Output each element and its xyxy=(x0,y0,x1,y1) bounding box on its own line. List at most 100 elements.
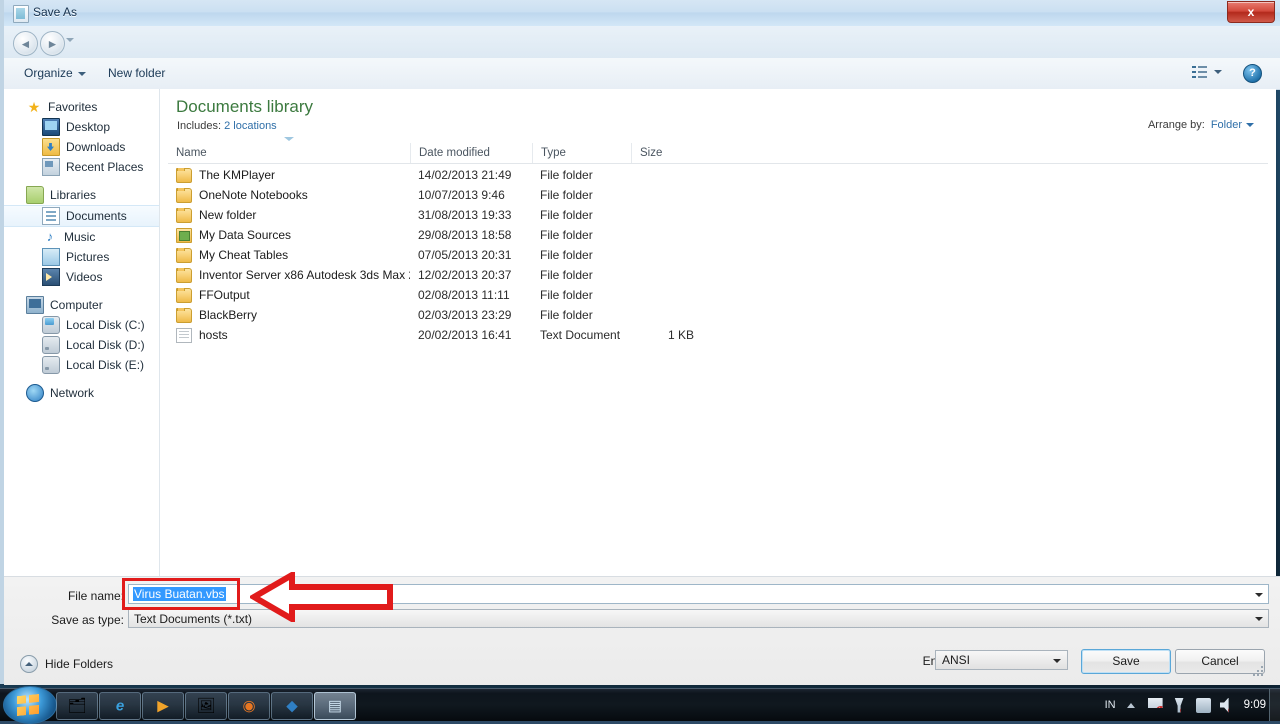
volume-icon[interactable]: ✕ xyxy=(1219,697,1229,713)
chevron-down-icon[interactable] xyxy=(1246,123,1254,128)
type-cell: File folder xyxy=(540,228,593,242)
sidebar-item-computer[interactable]: Computer xyxy=(4,295,159,315)
special-folder-icon xyxy=(176,227,192,243)
sidebar-label: Favorites xyxy=(48,100,98,114)
sidebar-item-desktop[interactable]: Desktop xyxy=(4,117,159,137)
table-row[interactable]: BlackBerry 02/03/2013 23:29 File folder xyxy=(168,305,1268,325)
folder-icon: 🗂 xyxy=(67,697,87,715)
resize-grip[interactable] xyxy=(1253,666,1265,678)
file-list[interactable]: The KMPlayer 14/02/2013 21:49 File folder O… xyxy=(168,165,1268,565)
sidebar-group-network: Network xyxy=(4,383,159,403)
clock[interactable]: 9:09 xyxy=(1244,699,1266,711)
error-badge-icon: ✕ xyxy=(1155,705,1164,714)
taskbar-internet-explorer[interactable]: e xyxy=(99,692,141,720)
table-row[interactable]: hosts 20/02/2013 16:41 Text Document 1 KB xyxy=(168,325,1268,345)
title-bar: Save As x xyxy=(4,0,1280,27)
new-folder-button[interactable]: New folder xyxy=(108,66,165,80)
file-name-input[interactable]: Virus Buatan.vbs xyxy=(128,584,1269,604)
table-row[interactable]: My Data Sources 29/08/2013 18:58 File fold… xyxy=(168,225,1268,245)
column-header-type[interactable]: Type xyxy=(532,143,631,163)
window-title: Save As xyxy=(33,5,78,19)
help-button[interactable]: ? xyxy=(1243,64,1262,83)
sidebar-label: Network xyxy=(50,386,95,400)
save-button[interactable]: Save xyxy=(1081,649,1171,674)
close-button[interactable]: x xyxy=(1227,1,1275,23)
language-indicator[interactable]: IN xyxy=(1105,699,1116,711)
chevron-down-icon[interactable] xyxy=(1255,593,1263,597)
view-options-button[interactable] xyxy=(1192,66,1222,78)
encoding-select[interactable]: ANSI xyxy=(935,650,1068,670)
drive-icon xyxy=(42,356,60,374)
type-cell: File folder xyxy=(540,168,593,182)
sidebar-item-local-disk-e[interactable]: Local Disk (E:) xyxy=(4,355,159,375)
sidebar-label: Music xyxy=(64,230,96,244)
action-center-icon[interactable] xyxy=(1195,697,1211,713)
sidebar-item-local-disk-c[interactable]: Local Disk (C:) xyxy=(4,315,159,335)
sidebar-item-local-disk-d[interactable]: Local Disk (D:) xyxy=(4,335,159,355)
includes-locations-link[interactable]: 2 locations xyxy=(224,120,277,132)
sidebar-item-network[interactable]: Network xyxy=(4,383,159,403)
file-name-text: Inventor Server x86 Autodesk 3ds Max 20.… xyxy=(199,268,410,282)
firefox-icon: ◉ xyxy=(242,697,256,715)
table-row[interactable]: FFOutput 02/08/2013 11:11 File folder xyxy=(168,285,1268,305)
date-modified-cell: 02/08/2013 11:11 xyxy=(418,288,510,302)
sidebar-item-documents[interactable]: Documents xyxy=(4,205,159,227)
sidebar-item-recent-places[interactable]: Recent Places xyxy=(4,157,159,177)
start-button[interactable] xyxy=(3,686,57,724)
hide-folders-button[interactable]: Hide Folders xyxy=(20,655,113,673)
file-list-pane: Documents library Includes: 2 locations … xyxy=(160,89,1276,576)
recent-places-icon xyxy=(42,158,60,176)
file-name-cell: New folder xyxy=(168,207,410,223)
table-row[interactable]: The KMPlayer 14/02/2013 21:49 File folder xyxy=(168,165,1268,185)
save-as-type-select[interactable]: Text Documents (*.txt) xyxy=(128,609,1269,628)
chevron-down-icon[interactable] xyxy=(1255,617,1263,621)
table-row[interactable]: OneNote Notebooks 10/07/2013 9:46 File fol… xyxy=(168,185,1268,205)
table-row[interactable]: New folder 31/08/2013 19:33 File folder xyxy=(168,205,1268,225)
internet-explorer-icon: e xyxy=(115,697,125,715)
sidebar-group-computer: Computer Local Disk (C:) Local Disk (D:)… xyxy=(4,295,159,375)
sidebar-item-music[interactable]: ♪ Music xyxy=(4,227,159,247)
table-row[interactable]: Inventor Server x86 Autodesk 3ds Max 20.… xyxy=(168,265,1268,285)
table-row[interactable]: My Cheat Tables 07/05/2013 20:31 File fold… xyxy=(168,245,1268,265)
file-name-text: FFOutput xyxy=(199,288,250,302)
flag-icon[interactable]: ✕ xyxy=(1147,697,1164,714)
drive-icon xyxy=(42,336,60,354)
file-name-cell: OneNote Notebooks xyxy=(168,187,410,203)
forward-arrow-icon: ► xyxy=(46,36,59,51)
column-header-date-modified[interactable]: Date modified xyxy=(410,143,532,163)
taskbar-media-player[interactable]: ▶ xyxy=(142,692,184,720)
hide-folders-label: Hide Folders xyxy=(45,657,114,671)
taskbar-photo-viewer[interactable]: 🖼 xyxy=(185,692,227,720)
cancel-button[interactable]: Cancel xyxy=(1175,649,1265,674)
forward-button[interactable]: ► xyxy=(40,31,65,56)
arrange-by-value[interactable]: Folder xyxy=(1211,119,1242,131)
organize-button[interactable]: Organize xyxy=(24,66,86,80)
show-hidden-icons-icon[interactable] xyxy=(1126,702,1135,708)
sidebar-label: Documents xyxy=(66,209,127,223)
taskbar-windows-explorer[interactable]: 🗂 xyxy=(56,692,98,720)
sidebar-item-favorites[interactable]: ★ Favorites xyxy=(4,97,159,117)
sidebar-item-downloads[interactable]: Downloads xyxy=(4,137,159,157)
file-name-cell: hosts xyxy=(168,327,410,343)
column-header-size[interactable]: Size xyxy=(631,143,706,163)
show-desktop-button[interactable] xyxy=(1269,689,1280,721)
sidebar-item-videos[interactable]: Videos xyxy=(4,267,159,287)
file-name-label: File name: xyxy=(67,589,124,603)
taskbar-notepad[interactable]: ▤ xyxy=(314,692,356,720)
sidebar-label: Desktop xyxy=(66,120,111,134)
back-button[interactable]: ◄ xyxy=(13,31,38,56)
network-icon[interactable]: ✕ xyxy=(1174,697,1184,713)
column-header-name[interactable]: Name xyxy=(168,143,410,163)
type-cell: File folder xyxy=(540,188,593,202)
file-name-text: New folder xyxy=(199,208,257,222)
type-cell: File folder xyxy=(540,288,593,302)
taskbar-blue-app[interactable]: ◆ xyxy=(271,692,313,720)
sidebar-item-libraries[interactable]: Libraries xyxy=(4,185,159,205)
file-name-cell: Inventor Server x86 Autodesk 3ds Max 20.… xyxy=(168,267,410,283)
chevron-down-icon[interactable] xyxy=(66,38,74,42)
desktop-icon xyxy=(42,118,60,136)
taskbar-firefox[interactable]: ◉ xyxy=(228,692,270,720)
sidebar-item-pictures[interactable]: Pictures xyxy=(4,247,159,267)
chevron-down-icon xyxy=(1053,659,1061,663)
save-as-type-label: Save as type: xyxy=(51,613,124,627)
